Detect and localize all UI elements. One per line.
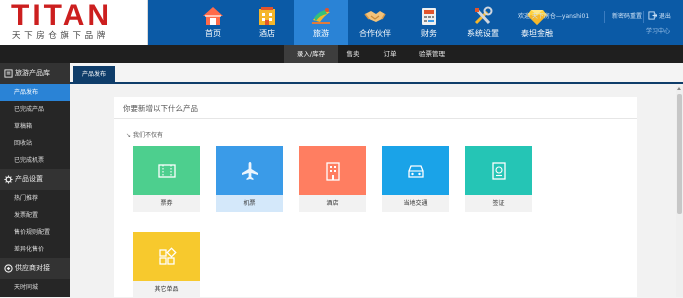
- supplier-icon: [4, 264, 13, 273]
- card-tile: [216, 146, 283, 195]
- panel-header: 你要新增以下什么产品: [114, 97, 637, 119]
- chevron-down-icon: ↘: [126, 132, 132, 139]
- learning-center-link[interactable]: 学习中心: [646, 27, 670, 37]
- building-icon: [326, 162, 340, 181]
- sidebar-item-tianshi-tongcheng[interactable]: 天时同城: [0, 279, 70, 296]
- logout-label: 退出: [658, 13, 671, 20]
- hotel-icon: [259, 7, 275, 25]
- divider: [604, 11, 605, 23]
- product-card-other[interactable]: 其它单品: [133, 232, 200, 298]
- tab-bar: 产品发布: [70, 63, 683, 84]
- sidebar-group-supplier-integration[interactable]: 供应商对接: [0, 258, 70, 279]
- card-tile: [299, 146, 366, 195]
- nav-label: 财务: [421, 29, 437, 38]
- tab-product-publish[interactable]: 产品发布: [73, 66, 115, 84]
- product-card-ticket[interactable]: 票券: [133, 146, 200, 212]
- nav-item-hotel[interactable]: 酒店: [240, 0, 294, 45]
- logo-title: TITAN: [11, 0, 113, 32]
- sidebar-item-price-rules[interactable]: 售价规则配置: [0, 224, 70, 241]
- product-card-flight[interactable]: 机票: [216, 146, 283, 212]
- card-label: 酒店: [299, 195, 366, 212]
- nav-label: 酒店: [259, 29, 275, 38]
- product-library-icon: [4, 69, 13, 78]
- nav-item-titan-finance[interactable]: 泰坦金融: [510, 0, 564, 45]
- visa-icon: [492, 162, 506, 180]
- sub-navigation: 录入/库存 售卖 订单 验票管理: [0, 45, 683, 63]
- ticket-icon: [158, 164, 176, 178]
- finance-icon: [422, 8, 436, 25]
- sidebar-group-product-library[interactable]: 旅游产品库: [0, 63, 70, 84]
- subnav-item-ticket-check[interactable]: 验票管理: [410, 45, 454, 63]
- tools-icon: [474, 6, 493, 25]
- nav-label: 首页: [205, 29, 221, 38]
- top-navigation-bar: TITAN 天下房仓旗下品牌 首页 酒店 旅游 合作伙伴 财务 系统设置 泰坦金…: [0, 0, 683, 45]
- divider: [643, 11, 644, 23]
- product-type-panel: 你要新增以下什么产品 ↘ 我们不仅有 票券 机票 酒店 当地交通 签证 其它单品: [114, 97, 637, 298]
- logo-subtitle: 天下房仓旗下品牌: [12, 31, 109, 41]
- card-label: 机票: [216, 195, 283, 212]
- nav-item-finance[interactable]: 财务: [402, 0, 456, 45]
- grid-icon: [159, 247, 177, 265]
- vertical-scrollbar[interactable]: [676, 86, 683, 297]
- sidebar: 旅游产品库 产品发布 已完成产品 草稿箱 回收站 已完成机票 产品设置 热门推荐…: [0, 63, 70, 297]
- sidebar-item-completed-products[interactable]: 已完成产品: [0, 101, 70, 118]
- card-tile: [382, 146, 449, 195]
- nav-label: 泰坦金融: [521, 29, 553, 38]
- card-label: 票券: [133, 195, 200, 212]
- airplane-icon: [242, 162, 258, 180]
- sidebar-item-invoice-config[interactable]: 发票配置: [0, 207, 70, 224]
- nav-label: 系统设置: [467, 29, 499, 38]
- subnav-item-entry-inventory[interactable]: 录入/库存: [284, 45, 338, 63]
- nav-label: 旅游: [313, 29, 329, 38]
- product-card-local-transport[interactable]: 当地交通: [382, 146, 449, 212]
- subnav-item-orders[interactable]: 订单: [372, 45, 408, 63]
- titan-logo[interactable]: TITAN 天下房仓旗下品牌: [0, 0, 148, 45]
- change-password-link[interactable]: 新密码重置: [612, 12, 642, 22]
- nav-item-system-settings[interactable]: 系统设置: [456, 0, 510, 45]
- sidebar-item-product-publish[interactable]: 产品发布: [0, 84, 70, 101]
- card-label: 其它单品: [133, 281, 200, 298]
- sidebar-item-completed-tickets[interactable]: 已完成机票: [0, 152, 70, 169]
- card-tile: [465, 146, 532, 195]
- handshake-icon: [364, 11, 386, 22]
- logout-button[interactable]: 退出: [648, 11, 671, 22]
- sidebar-group-label: 供应商对接: [15, 264, 50, 272]
- subnav-item-sales[interactable]: 售卖: [338, 45, 368, 63]
- card-tile: [133, 232, 200, 281]
- nav-label: 合作伙伴: [359, 29, 391, 38]
- sidebar-item-hot-recommend[interactable]: 热门推荐: [0, 190, 70, 207]
- sidebar-group-product-settings[interactable]: 产品设置: [0, 169, 70, 190]
- user-greeting: 欢迎 天下房仓—yanshi01: [518, 13, 590, 20]
- card-label: 签证: [465, 195, 532, 212]
- scroll-up-arrow-icon[interactable]: [677, 87, 681, 90]
- sidebar-group-label: 产品设置: [15, 175, 43, 183]
- nav-item-travel[interactable]: 旅游: [294, 0, 348, 45]
- section-label-text: 我们不仅有: [133, 132, 164, 139]
- sidebar-item-recycle-bin[interactable]: 回收站: [0, 135, 70, 152]
- travel-icon: [312, 8, 330, 24]
- card-tile: [133, 146, 200, 195]
- car-icon: [408, 165, 424, 178]
- product-card-visa[interactable]: 签证: [465, 146, 532, 212]
- sidebar-item-differential-pricing[interactable]: 差异化售价: [0, 241, 70, 258]
- logout-icon: [648, 11, 658, 20]
- section-label: ↘ 我们不仅有: [126, 130, 163, 139]
- product-card-hotel[interactable]: 酒店: [299, 146, 366, 212]
- sidebar-item-drafts[interactable]: 草稿箱: [0, 118, 70, 135]
- card-label: 当地交通: [382, 195, 449, 212]
- home-icon: [203, 7, 223, 25]
- nav-item-partners[interactable]: 合作伙伴: [348, 0, 402, 45]
- nav-item-home[interactable]: 首页: [186, 0, 240, 45]
- gear-icon: [4, 175, 13, 184]
- panel-title: 你要新增以下什么产品: [123, 104, 198, 113]
- scroll-thumb[interactable]: [677, 94, 682, 214]
- sidebar-group-label: 旅游产品库: [15, 69, 50, 77]
